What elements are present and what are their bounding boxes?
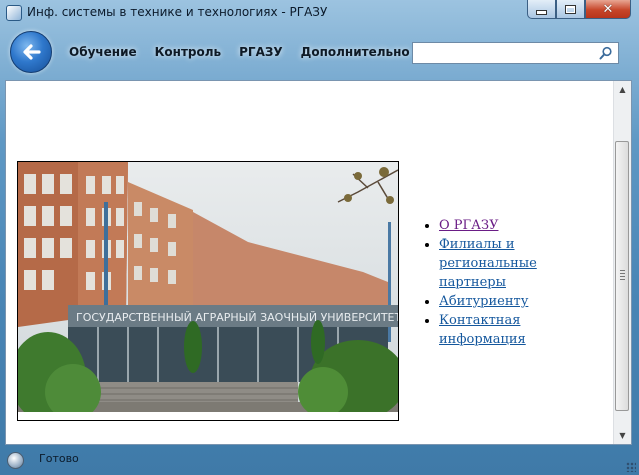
- list-item: Абитуриенту: [439, 292, 589, 311]
- search-box: [412, 42, 619, 64]
- search-icon[interactable]: [599, 46, 613, 60]
- scroll-down-button[interactable]: ▼: [614, 427, 631, 444]
- site-links-list: О РГАЗУ Филиалы и региональные партнеры …: [414, 216, 589, 349]
- vertical-scrollbar[interactable]: ▲ ▼: [613, 81, 631, 444]
- maximize-button[interactable]: [556, 0, 585, 19]
- back-arrow-icon: [23, 44, 41, 60]
- close-icon: ✕: [602, 1, 614, 17]
- link-kontaktnaya-informaciya[interactable]: Контактная информация: [439, 313, 526, 347]
- building-sign-text: ГОСУДАРСТВЕННЫЙ АГРАРНЫЙ ЗАОЧНЫЙ УНИВЕРС…: [76, 311, 398, 324]
- page-content[interactable]: ГОСУДАРСТВЕННЫЙ АГРАРНЫЙ ЗАОЧНЫЙ УНИВЕРС…: [5, 80, 632, 445]
- search-input[interactable]: [416, 45, 596, 61]
- university-building-image: ГОСУДАРСТВЕННЫЙ АГРАРНЫЙ ЗАОЧНЫЙ УНИВЕРС…: [18, 162, 398, 420]
- main-menu: Обучение Контроль РГАЗУ Дополнительно: [60, 45, 419, 59]
- menu-item-dopolnitelno[interactable]: Дополнительно: [292, 45, 419, 59]
- scroll-up-button[interactable]: ▲: [614, 81, 631, 98]
- resize-grip[interactable]: [626, 462, 636, 472]
- close-button[interactable]: ✕: [585, 0, 631, 19]
- title-bar[interactable]: Инф. системы в технике и технологиях - Р…: [0, 0, 639, 26]
- link-filialy[interactable]: Филиалы и региональные партнеры: [439, 237, 537, 290]
- list-item: Контактная информация: [439, 311, 589, 349]
- grip-icon: [620, 270, 625, 280]
- menu-item-obuchenie[interactable]: Обучение: [60, 45, 146, 59]
- university-building-photo: ГОСУДАРСТВЕННЫЙ АГРАРНЫЙ ЗАОЧНЫЙ УНИВЕРС…: [17, 161, 399, 421]
- back-button[interactable]: [10, 31, 52, 73]
- window-controls: ✕: [527, 0, 631, 20]
- window-title: Инф. системы в технике и технологиях - Р…: [27, 5, 328, 19]
- navigation-bar: Обучение Контроль РГАЗУ Дополнительно: [0, 26, 639, 80]
- status-text: Готово: [39, 452, 79, 465]
- status-globe-icon: [7, 452, 24, 469]
- link-abiturientu[interactable]: Абитуриенту: [439, 294, 528, 309]
- menu-item-rgazu[interactable]: РГАЗУ: [230, 45, 292, 59]
- app-icon: [6, 5, 22, 21]
- link-o-rgazu[interactable]: О РГАЗУ: [439, 218, 498, 233]
- scrollbar-thumb[interactable]: [615, 141, 629, 411]
- maximize-icon: [565, 4, 576, 14]
- arrow-up-icon: ▲: [619, 85, 626, 94]
- browser-window: Инф. системы в технике и технологиях - Р…: [0, 0, 639, 475]
- minimize-button[interactable]: [527, 0, 556, 19]
- status-bar: Готово: [0, 445, 639, 475]
- list-item: Филиалы и региональные партнеры: [439, 235, 589, 292]
- arrow-down-icon: ▼: [619, 431, 626, 440]
- minimize-icon: [536, 9, 547, 15]
- menu-item-kontrol[interactable]: Контроль: [146, 45, 231, 59]
- list-item: О РГАЗУ: [439, 216, 589, 235]
